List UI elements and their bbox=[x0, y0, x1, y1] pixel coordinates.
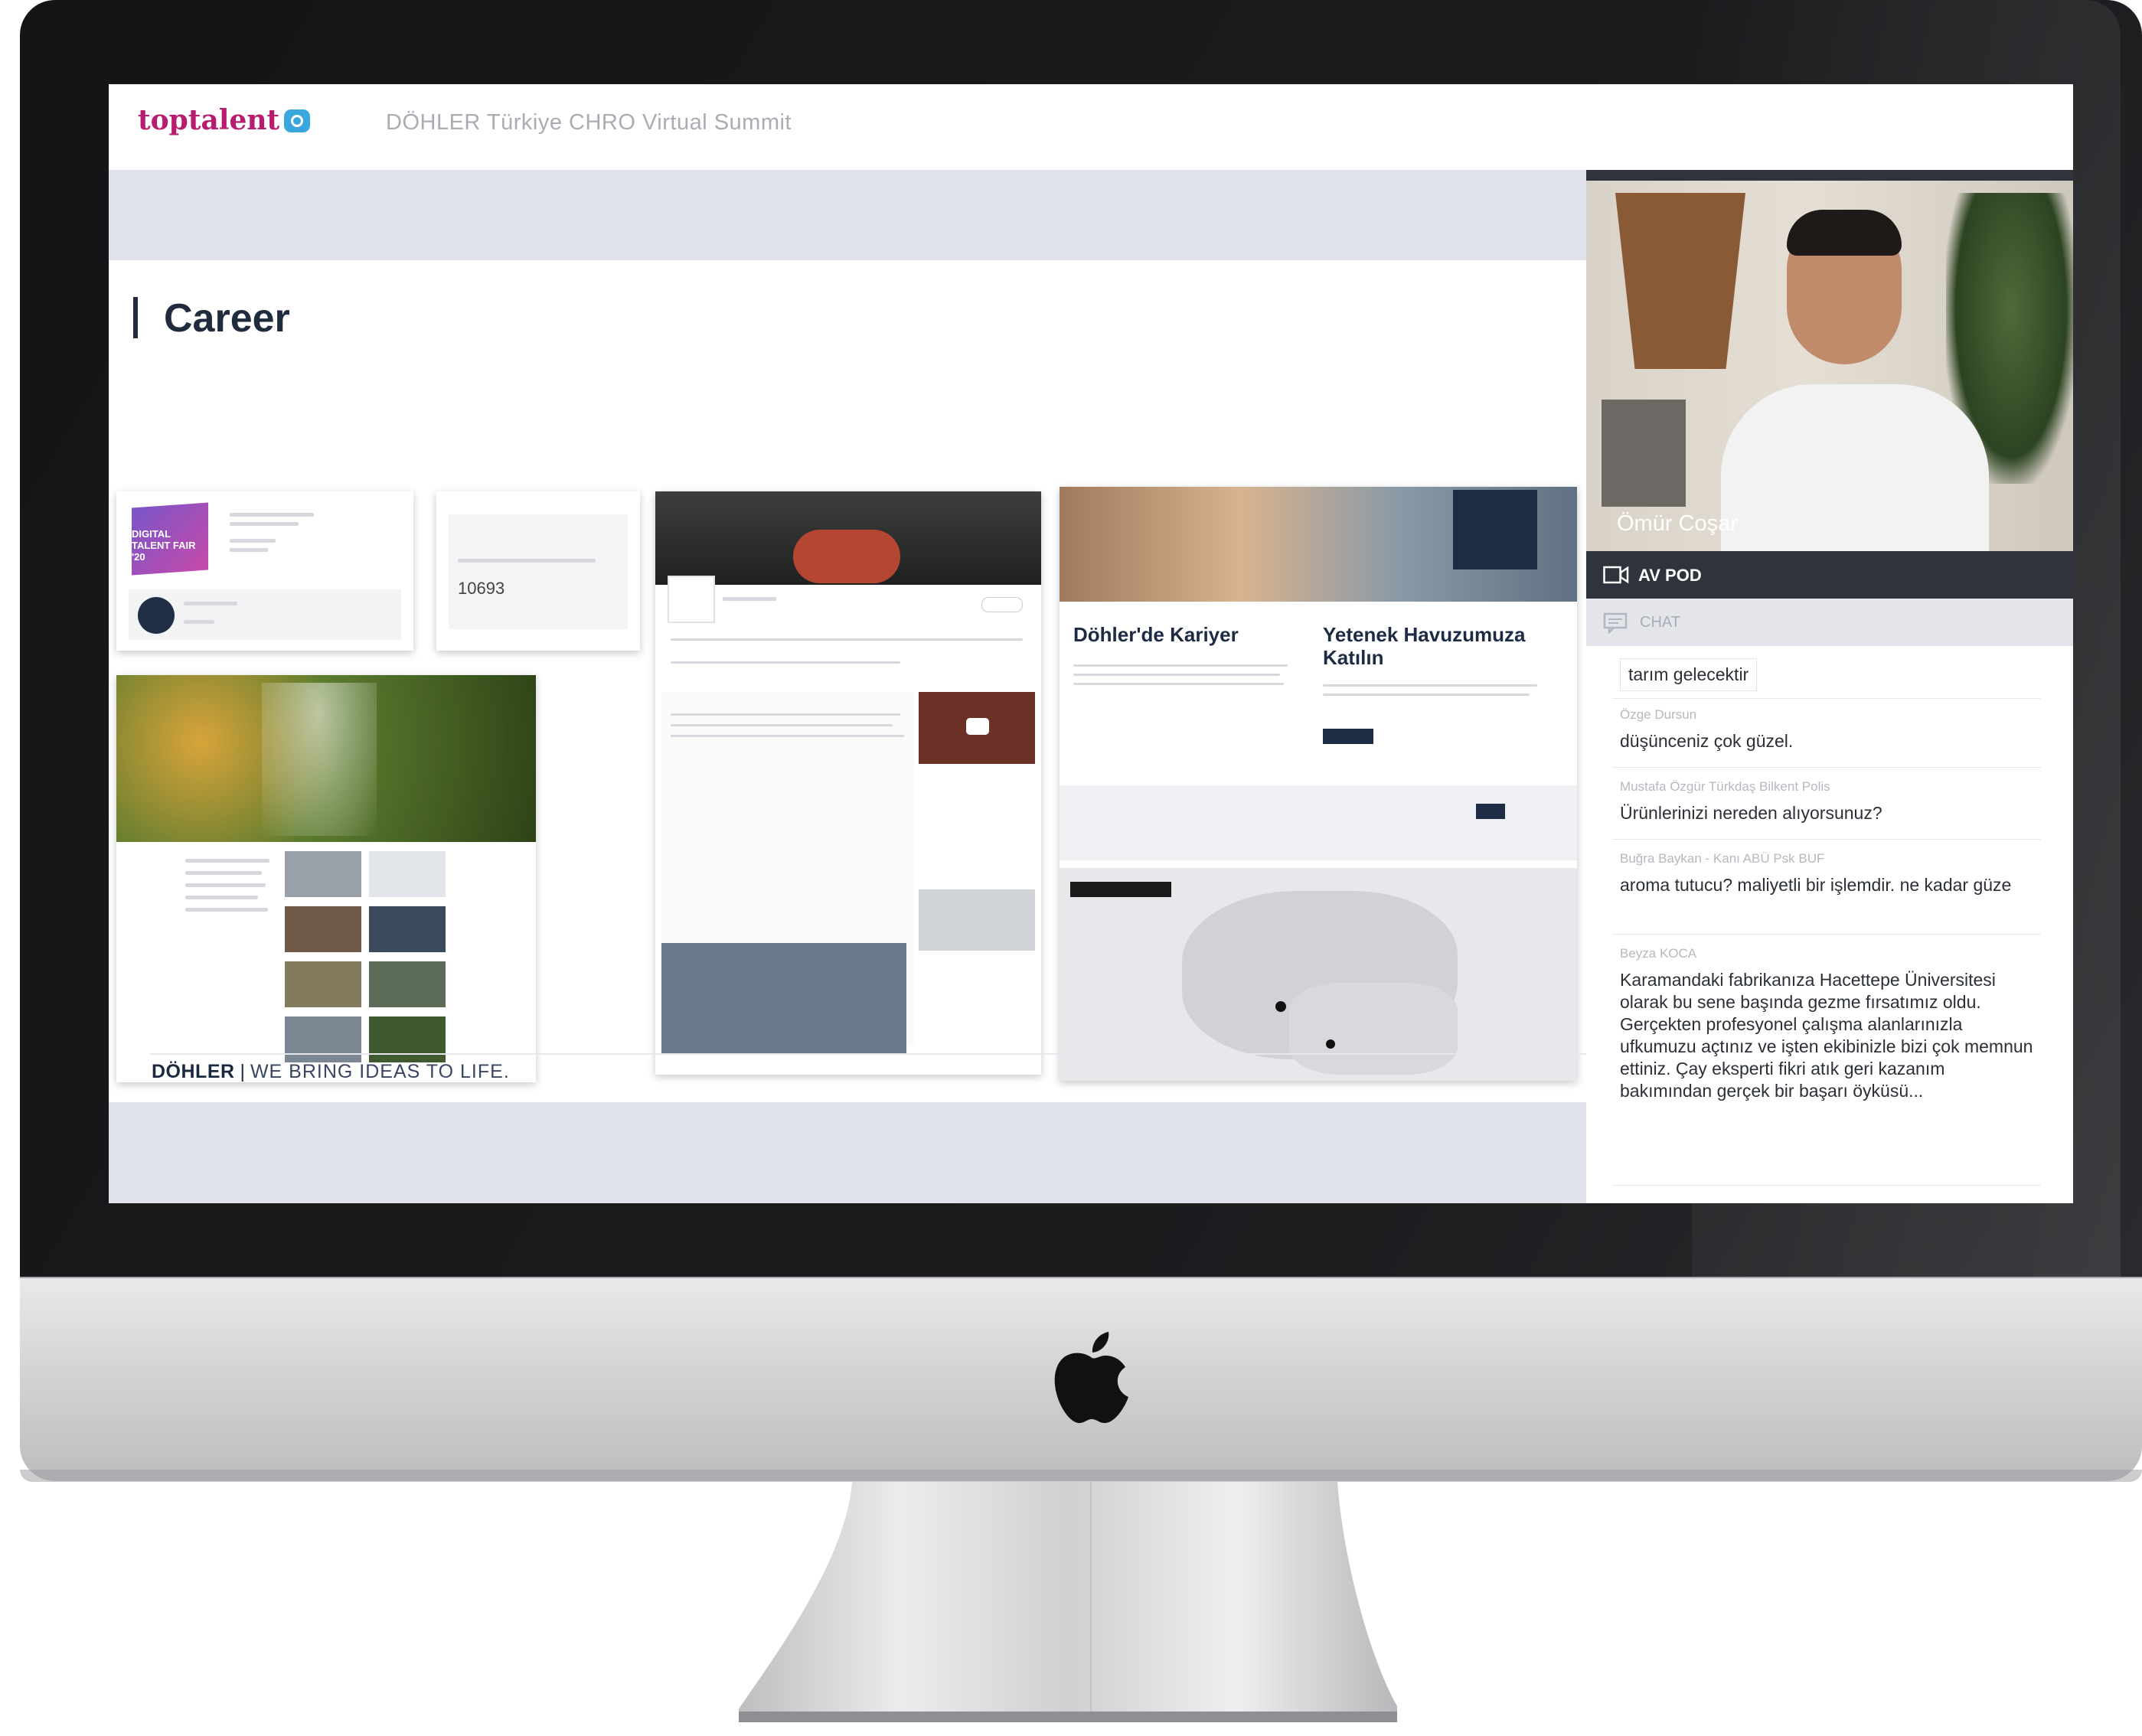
brand-name: toptalent bbox=[138, 104, 280, 136]
speaker-body bbox=[1721, 384, 1989, 551]
av-pod-tab[interactable]: AV POD bbox=[1586, 551, 2073, 599]
map-search-box[interactable] bbox=[1070, 882, 1171, 897]
app-screen: toptalent DÖHLER Türkiye CHRO Virtual Su… bbox=[109, 84, 2073, 1203]
chat-message: tarım gelecektir bbox=[1620, 658, 1758, 691]
event-title: DÖHLER Türkiye CHRO Virtual Summit bbox=[386, 110, 792, 135]
title-accent-bar bbox=[133, 297, 138, 338]
footer-tagline: WE BRING IDEAS TO LIFE. bbox=[250, 1061, 510, 1082]
career-page-card[interactable]: Döhler'de Kariyer Yetenek Havuzumuza Kat… bbox=[1060, 487, 1577, 1081]
chat-icon bbox=[1603, 612, 1628, 634]
message-text: Karamandaki fabrikanıza Hacettepe Üniver… bbox=[1620, 970, 2033, 1101]
dohler-logo-tile bbox=[1453, 490, 1537, 569]
speaker-video[interactable]: Ömür Coşar bbox=[1586, 170, 2073, 551]
map-marker[interactable] bbox=[1275, 1001, 1286, 1012]
top-bar: toptalent DÖHLER Türkiye CHRO Virtual Su… bbox=[109, 84, 2073, 170]
locations-map[interactable] bbox=[1060, 868, 1577, 1081]
booth-header-band bbox=[109, 170, 1586, 260]
chat-messages[interactable]: tarım gelecektir Özge Dursun düşünceniz … bbox=[1586, 646, 2073, 1203]
dohler-wordmark: DÖHLER bbox=[152, 1061, 235, 1082]
counter-card: 10693 bbox=[436, 491, 640, 651]
career-heading: Döhler'de Kariyer bbox=[1073, 623, 1239, 646]
bookshelf bbox=[1602, 400, 1686, 507]
message-text: aroma tutucu? maliyetli bir işlemdir. ne… bbox=[1620, 875, 2012, 895]
visitor-counter: 10693 bbox=[458, 579, 505, 598]
chat-message: Mustafa Özgür Türkdaş Bilkent Polis Ürün… bbox=[1620, 779, 1882, 824]
message-author: Özge Dursun bbox=[1620, 707, 1697, 722]
company-avatar bbox=[138, 597, 175, 634]
talent-fair-card[interactable]: DIGITAL TALENT FAIR '20 bbox=[116, 491, 413, 651]
chat-tab[interactable]: CHAT bbox=[1586, 599, 2073, 646]
chat-message: Buğra Baykan - Kanı ABÜ Psk BUF aroma tu… bbox=[1620, 851, 2033, 896]
monitor-chin-edge bbox=[20, 1470, 2142, 1482]
message-text: düşünceniz çok güzel. bbox=[1620, 731, 1794, 751]
talent-fair-title: DIGITAL TALENT FAIR '20 bbox=[132, 528, 196, 563]
message-author: Beyza KOCA bbox=[1620, 946, 1697, 961]
chat-label: CHAT bbox=[1640, 614, 1680, 631]
booth-footer-band bbox=[109, 1102, 1586, 1203]
message-text: tarım gelecektir bbox=[1620, 658, 1758, 691]
map-marker[interactable] bbox=[1326, 1039, 1335, 1049]
toptalent-logo[interactable]: toptalent bbox=[138, 104, 311, 136]
message-author: Buğra Baykan - Kanı ABÜ Psk BUF bbox=[1620, 851, 1825, 866]
speaker-hair bbox=[1787, 210, 1902, 256]
apple-logo-icon bbox=[1054, 1332, 1128, 1424]
apply-button[interactable] bbox=[1323, 729, 1373, 744]
toptalent-badge-icon bbox=[284, 109, 311, 132]
talent-pool-heading: Yetenek Havuzumuza Katılın bbox=[1323, 623, 1526, 669]
monitor-stand bbox=[739, 1482, 1397, 1722]
video-camera-icon bbox=[1603, 566, 1629, 584]
company-row bbox=[129, 589, 401, 640]
career-booth: Career DIGITAL TALENT FAIR '20 10693 Döh… bbox=[109, 170, 1586, 1203]
chat-message: Özge Dursun düşünceniz çok güzel. bbox=[1620, 707, 1793, 752]
social-page-card[interactable] bbox=[655, 491, 1041, 1075]
speaker-name: Ömür Coşar bbox=[1617, 511, 1738, 536]
av-pod-label: AV POD bbox=[1638, 566, 1702, 585]
chat-message: Beyza KOCA Karamandaki fabrikanıza Hacet… bbox=[1620, 946, 2039, 1102]
company-logo-small bbox=[668, 576, 715, 623]
message-text: Ürünlerinizi nereden alıyorsunuz? bbox=[1620, 803, 1882, 823]
orchard-page-card[interactable] bbox=[116, 675, 536, 1082]
message-author: Mustafa Özgür Türkdaş Bilkent Polis bbox=[1620, 779, 1830, 794]
wall-hanging bbox=[1615, 193, 1745, 369]
page-title: Career bbox=[164, 296, 290, 341]
footer-divider bbox=[150, 1053, 1586, 1055]
photo-grid bbox=[285, 851, 522, 1073]
footer-brand: DÖHLER | WE BRING IDEAS TO LIFE. bbox=[152, 1061, 510, 1082]
